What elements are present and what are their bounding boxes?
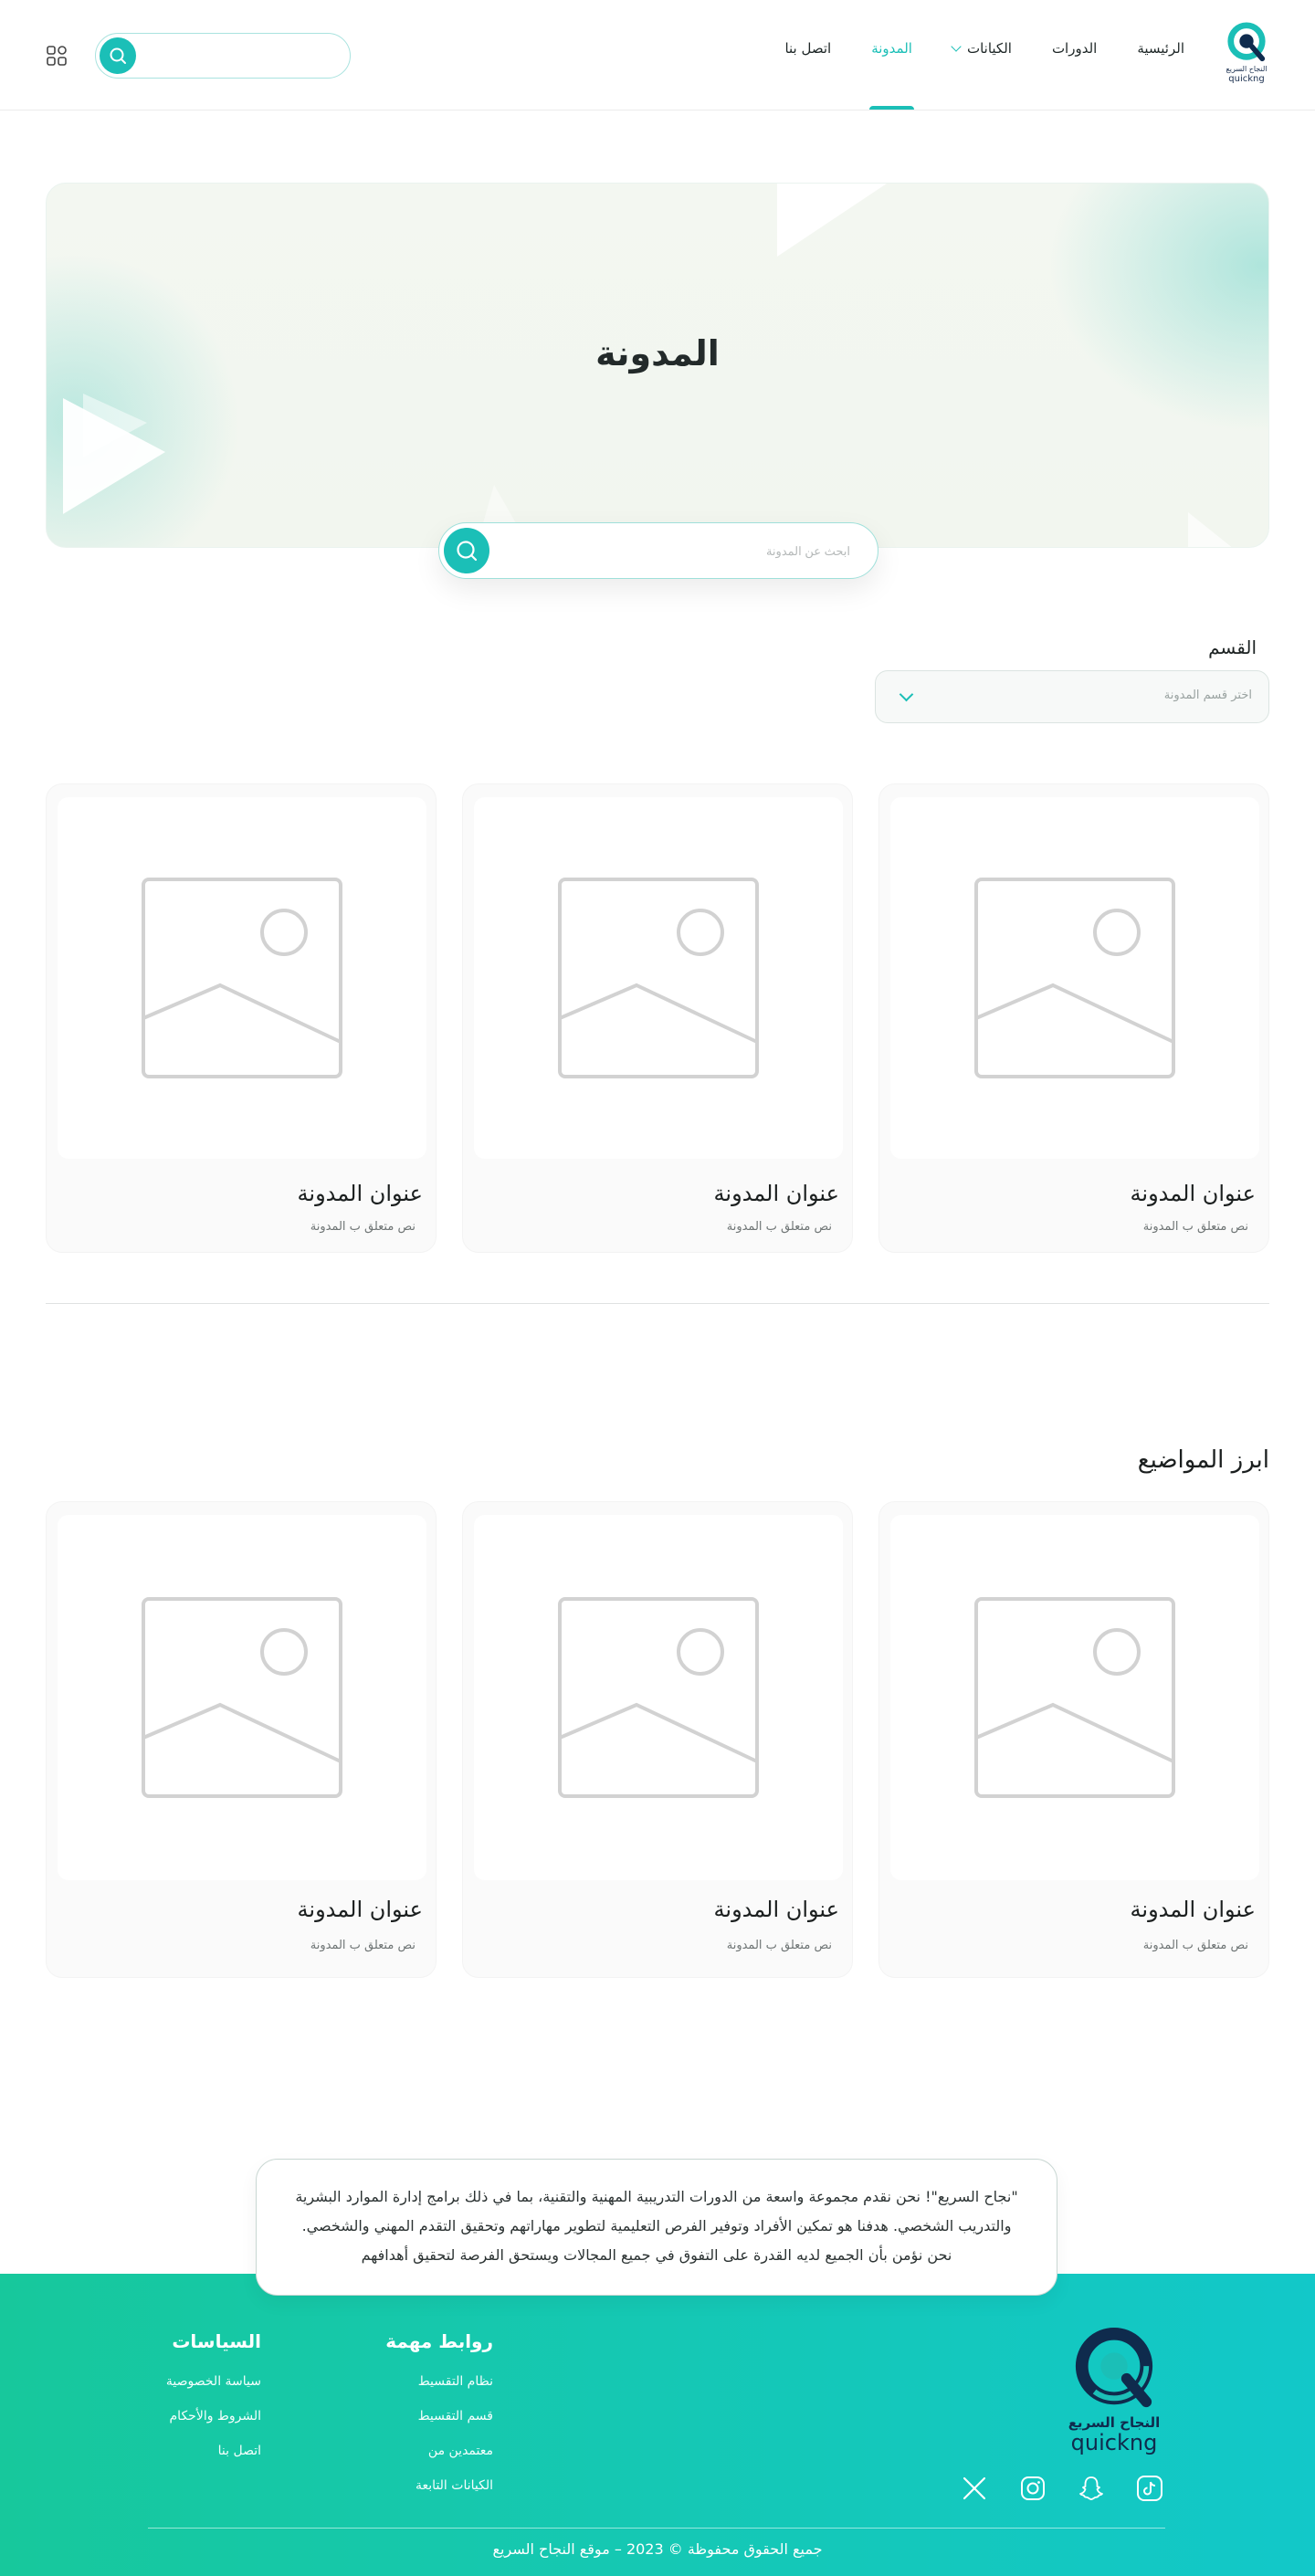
footer-link-installments-system[interactable]: نظام التقسيط <box>385 2374 493 2389</box>
blog-card-image <box>474 797 843 1159</box>
footer-logo[interactable]: النجاح السريع quickng <box>1059 2327 1169 2455</box>
topic-card-image <box>58 1515 426 1880</box>
logo-mark-icon <box>1227 22 1266 62</box>
footer-link-installments-section[interactable]: قسم التقسيط <box>385 2409 493 2424</box>
footer-policies-column: السياسات سياسة الخصوصية الشروط والأحكام … <box>166 2330 261 2478</box>
nav-courses[interactable]: الدورات <box>1052 40 1097 110</box>
topic-card[interactable]: عنوان المدونة نص متعلق ب المدونة <box>878 1501 1269 1978</box>
tiktok-icon[interactable] <box>1136 2475 1163 2502</box>
section-divider <box>46 1303 1269 1304</box>
blog-card-desc: نص متعلق ب المدونة <box>726 1220 832 1234</box>
main-nav: الرئيسية الدورات الكيانات المدونة اتصل ب… <box>744 40 1184 110</box>
site-header: النجاح السريع quickng الرئيسية الدورات ا… <box>0 0 1315 110</box>
topic-card-title: عنوان المدونة <box>713 1897 839 1922</box>
footer-link-affiliated-entities[interactable]: الكيانات التابعة <box>385 2478 493 2493</box>
footer-links-title: روابط مهمة <box>385 2330 493 2352</box>
nav-blog[interactable]: المدونة <box>869 40 914 110</box>
footer-logo-en: quickng <box>1070 2430 1158 2455</box>
category-select-value: اختر قسم المدونة <box>1163 689 1252 702</box>
blog-cards-grid: عنوان المدونة نص متعلق ب المدونة عنوان ا… <box>46 783 1269 1253</box>
topic-card-image <box>474 1515 843 1880</box>
topic-card-image <box>890 1515 1259 1880</box>
blog-search-input[interactable] <box>521 538 850 563</box>
topic-card[interactable]: عنوان المدونة نص متعلق ب المدونة <box>46 1501 437 1978</box>
apps-grid-icon[interactable] <box>46 45 68 67</box>
search-icon <box>457 541 478 562</box>
blog-card-desc: نص متعلق ب المدونة <box>1142 1220 1248 1234</box>
header-search-button[interactable] <box>100 37 136 74</box>
blog-card-title: عنوان المدونة <box>297 1181 423 1206</box>
category-label: القسم <box>1208 636 1257 658</box>
blog-card[interactable]: عنوان المدونة نص متعلق ب المدونة <box>46 783 437 1253</box>
blog-search <box>438 522 878 579</box>
footer-link-terms[interactable]: الشروط والأحكام <box>166 2409 261 2424</box>
header-search-input[interactable] <box>151 43 333 68</box>
blog-card-title: عنوان المدونة <box>1130 1181 1256 1206</box>
blog-search-button[interactable] <box>444 528 489 573</box>
blog-card-title: عنوان المدونة <box>713 1181 839 1206</box>
image-placeholder-icon <box>558 878 759 1078</box>
topic-card-desc: نص متعلق ب المدونة <box>1142 1939 1248 1952</box>
image-placeholder-icon <box>974 1597 1175 1798</box>
image-placeholder-icon <box>142 1597 342 1798</box>
footer-link-privacy[interactable]: سياسة الخصوصية <box>166 2374 261 2389</box>
footer-logo-ar: النجاح السريع <box>1068 2414 1161 2431</box>
nav-entities[interactable]: الكيانات <box>951 40 1012 110</box>
blog-card-desc: نص متعلق ب المدونة <box>310 1220 416 1234</box>
image-placeholder-icon <box>558 1597 759 1798</box>
x-icon[interactable] <box>961 2475 988 2502</box>
chevron-down-icon <box>951 41 962 52</box>
topic-card[interactable]: عنوان المدونة نص متعلق ب المدونة <box>462 1501 853 1978</box>
top-topics-title: ابرز المواضيع <box>1137 1446 1269 1474</box>
nav-contact[interactable]: اتصل بنا <box>784 40 831 110</box>
blog-card-image <box>58 797 426 1159</box>
nav-home[interactable]: الرئيسية <box>1137 40 1184 110</box>
image-placeholder-icon <box>974 878 1175 1078</box>
footer-link-contact[interactable]: اتصل بنا <box>166 2444 261 2458</box>
category-select[interactable]: اختر قسم المدونة <box>875 670 1269 723</box>
topic-card-title: عنوان المدونة <box>297 1897 423 1922</box>
topic-card-desc: نص متعلق ب المدونة <box>310 1939 416 1952</box>
copyright-text: جميع الحقوق محفوظة © 2023 – موقع النجاح … <box>492 2540 823 2558</box>
about-quote: "نجاح السريع"! نحن نقدم مجموعة واسعة من … <box>256 2159 1057 2296</box>
page-title: المدونة <box>595 333 720 373</box>
topic-card-title: عنوان المدونة <box>1130 1897 1256 1922</box>
image-placeholder-icon <box>142 878 342 1078</box>
search-icon <box>110 47 126 64</box>
footer-policies-title: السياسات <box>172 2330 261 2352</box>
logo-text-ar: النجاح السريع <box>1226 65 1268 73</box>
footer-link-accredited-by[interactable]: معتمدين من <box>385 2444 493 2458</box>
instagram-icon[interactable] <box>1019 2475 1047 2502</box>
social-links <box>961 2475 1163 2502</box>
site-logo[interactable]: النجاح السريع quickng <box>1224 22 1269 88</box>
blog-card[interactable]: عنوان المدونة نص متعلق ب المدونة <box>462 783 853 1253</box>
topic-card-desc: نص متعلق ب المدونة <box>726 1939 832 1952</box>
footer-links-column: روابط مهمة نظام التقسيط قسم التقسيط معتم… <box>385 2330 493 2513</box>
blog-card[interactable]: عنوان المدونة نص متعلق ب المدونة <box>878 783 1269 1253</box>
logo-mark-icon <box>1075 2327 1153 2408</box>
blog-card-image <box>890 797 1259 1159</box>
header-search <box>95 33 351 79</box>
top-topics-grid: عنوان المدونة نص متعلق ب المدونة عنوان ا… <box>46 1501 1269 1978</box>
hero-banner: المدونة <box>46 183 1269 548</box>
logo-text-en: quickng <box>1228 74 1265 84</box>
snapchat-icon[interactable] <box>1078 2475 1105 2502</box>
footer-divider <box>148 2528 1165 2529</box>
chevron-down-icon <box>899 687 914 702</box>
